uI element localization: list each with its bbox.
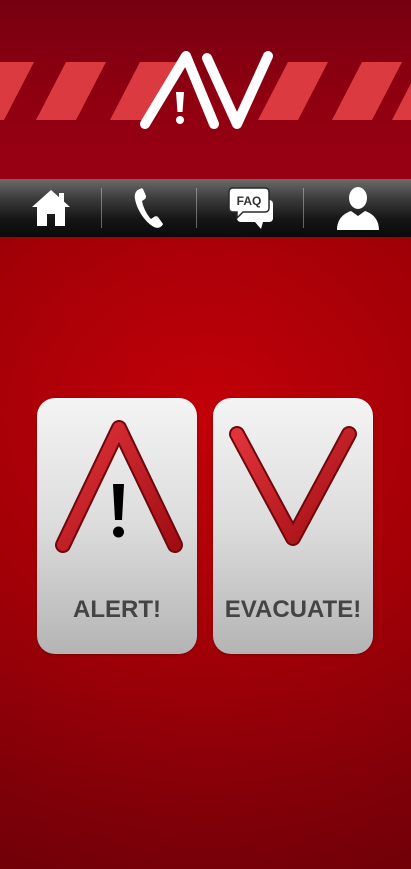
faq-icon: FAQ: [227, 187, 273, 229]
svg-text:FAQ: FAQ: [236, 194, 261, 208]
alert-label: ALERT!: [73, 596, 161, 623]
evacuate-button[interactable]: EVACUATE!: [213, 398, 373, 654]
nav-call-button[interactable]: [101, 179, 197, 237]
user-icon: [336, 187, 379, 230]
evacuate-label: EVACUATE!: [224, 596, 362, 623]
alert-icon: [55, 420, 183, 553]
evacuate-icon: [229, 426, 357, 546]
nav-profile-button[interactable]: [304, 179, 411, 237]
av-logo-icon: [136, 48, 276, 134]
nav-bar: FAQ: [0, 179, 411, 237]
phone-icon: [134, 188, 163, 228]
nav-faq-button[interactable]: FAQ: [197, 179, 304, 237]
app-header: [0, 0, 411, 179]
home-icon: [31, 190, 70, 226]
nav-home-button[interactable]: [0, 179, 101, 237]
alert-button[interactable]: ALERT!: [37, 398, 197, 654]
